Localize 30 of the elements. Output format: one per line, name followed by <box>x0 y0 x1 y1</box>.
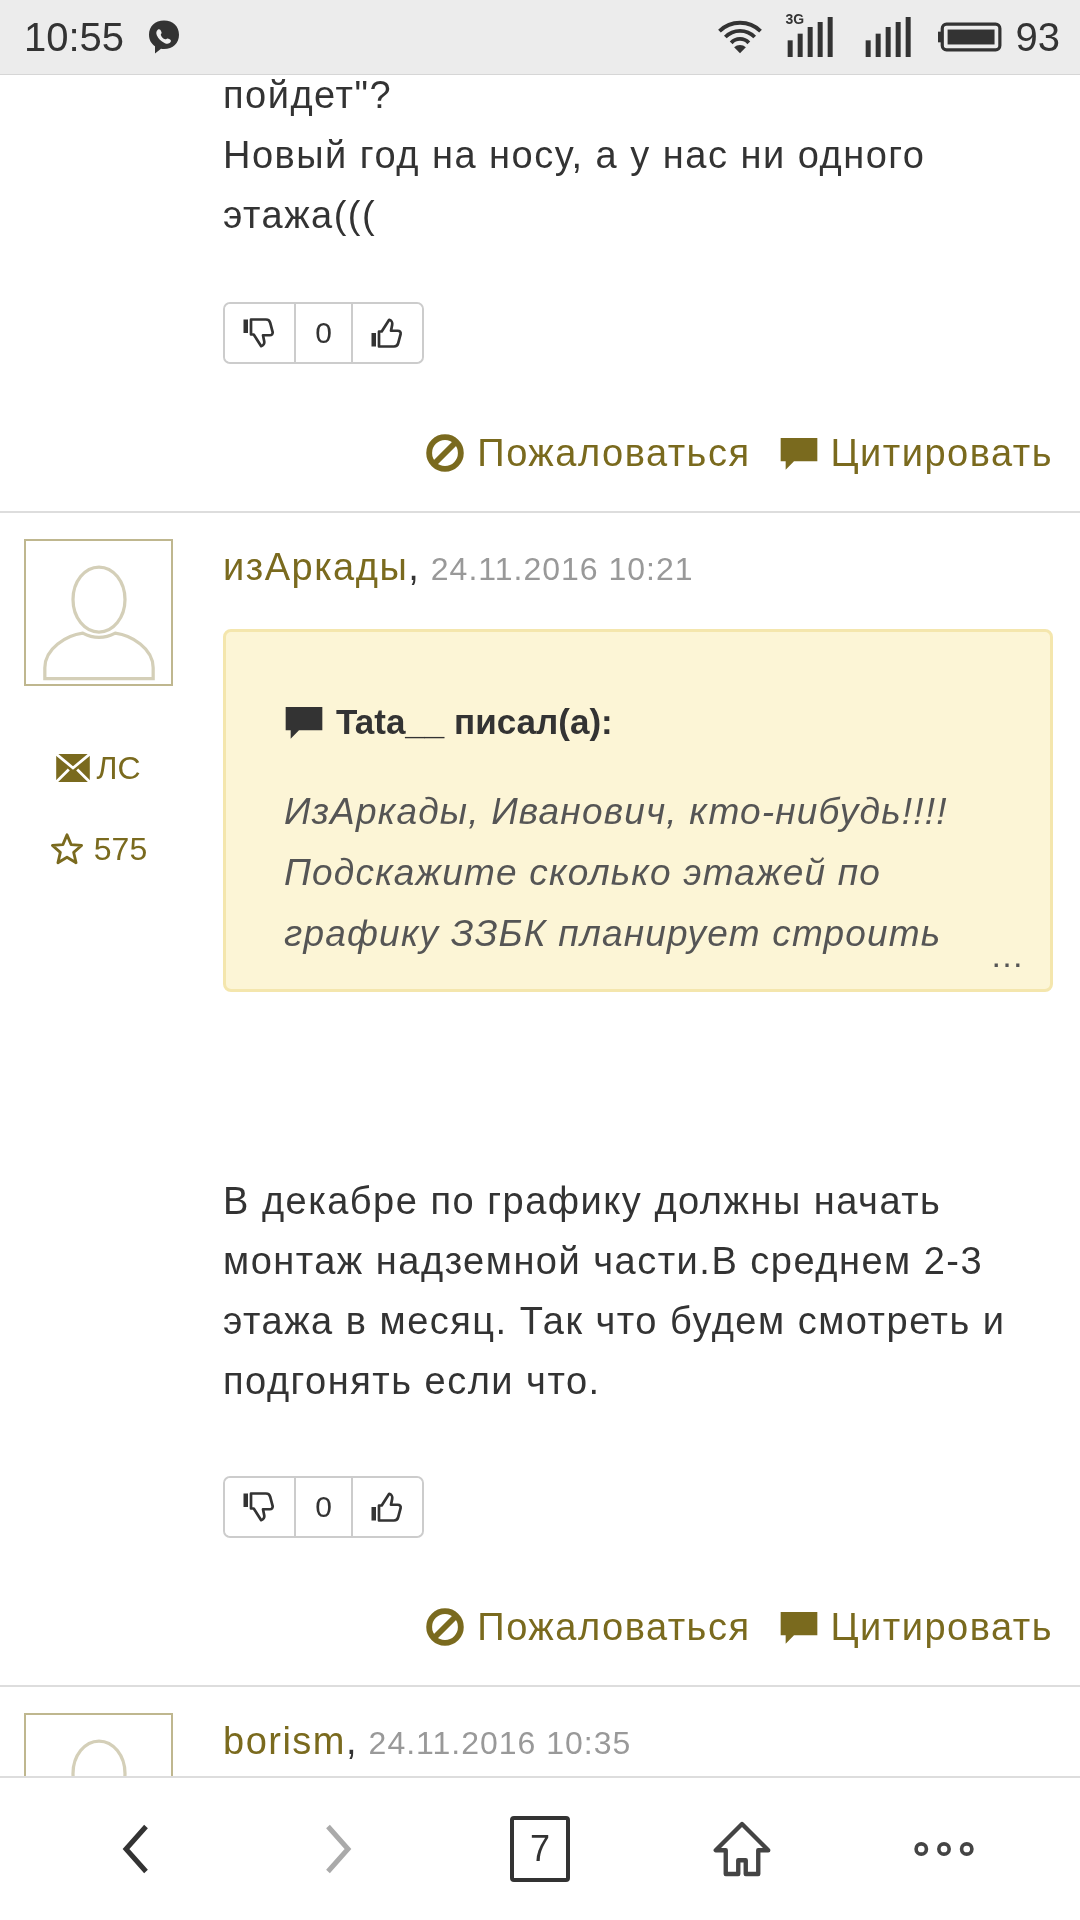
envelope-icon <box>56 754 91 782</box>
quote-author: Tata__ писал(а): <box>336 702 613 742</box>
home-icon <box>712 1819 772 1879</box>
battery-level: 93 <box>1015 14 1060 60</box>
prohibited-icon <box>425 433 466 473</box>
more-icon <box>913 1840 975 1858</box>
quote-link[interactable]: Цитировать <box>778 428 1053 478</box>
report-link[interactable]: Пожаловаться <box>425 1602 751 1652</box>
prohibited-icon <box>425 1607 466 1647</box>
comma: , <box>346 1720 357 1763</box>
status-time: 10:55 <box>24 14 125 60</box>
report-link[interactable]: Пожаловаться <box>425 428 751 478</box>
post-text: пойдет"? Новый год на носу, а у нас ни одного этажа((( <box>223 75 927 238</box>
post-date: 24.11.2016 10:21 <box>430 551 694 588</box>
expand-quote-button[interactable]: … <box>990 936 1024 975</box>
wifi-icon <box>717 19 762 55</box>
post-date: 24.11.2016 10:35 <box>368 1725 632 1762</box>
author-name[interactable]: borism <box>223 1720 347 1763</box>
rating-count: 575 <box>93 830 148 868</box>
star-icon <box>49 832 84 866</box>
private-message-link[interactable]: ЛС <box>56 748 141 788</box>
post-text: В декабре по графику должны начать монтаж надземной части.В среднем 2-3 этажа в месяц. Так что будем смотреть и подгонять если что. <box>223 1179 1007 1404</box>
signal-icon <box>863 17 914 57</box>
tabs-button[interactable]: 7 <box>510 1816 570 1882</box>
quote-text: ИзАркады, Иванович, кто-нибудь!!!! Подскажите сколько этажей по графику ЗЗБК планирует строить <box>284 790 949 956</box>
network-type: 3G <box>785 11 805 27</box>
comma: , <box>408 546 419 589</box>
quote-link[interactable]: Цитировать <box>778 1602 1053 1652</box>
battery-icon <box>937 21 1002 53</box>
author-name[interactable]: изАркады <box>223 546 409 589</box>
